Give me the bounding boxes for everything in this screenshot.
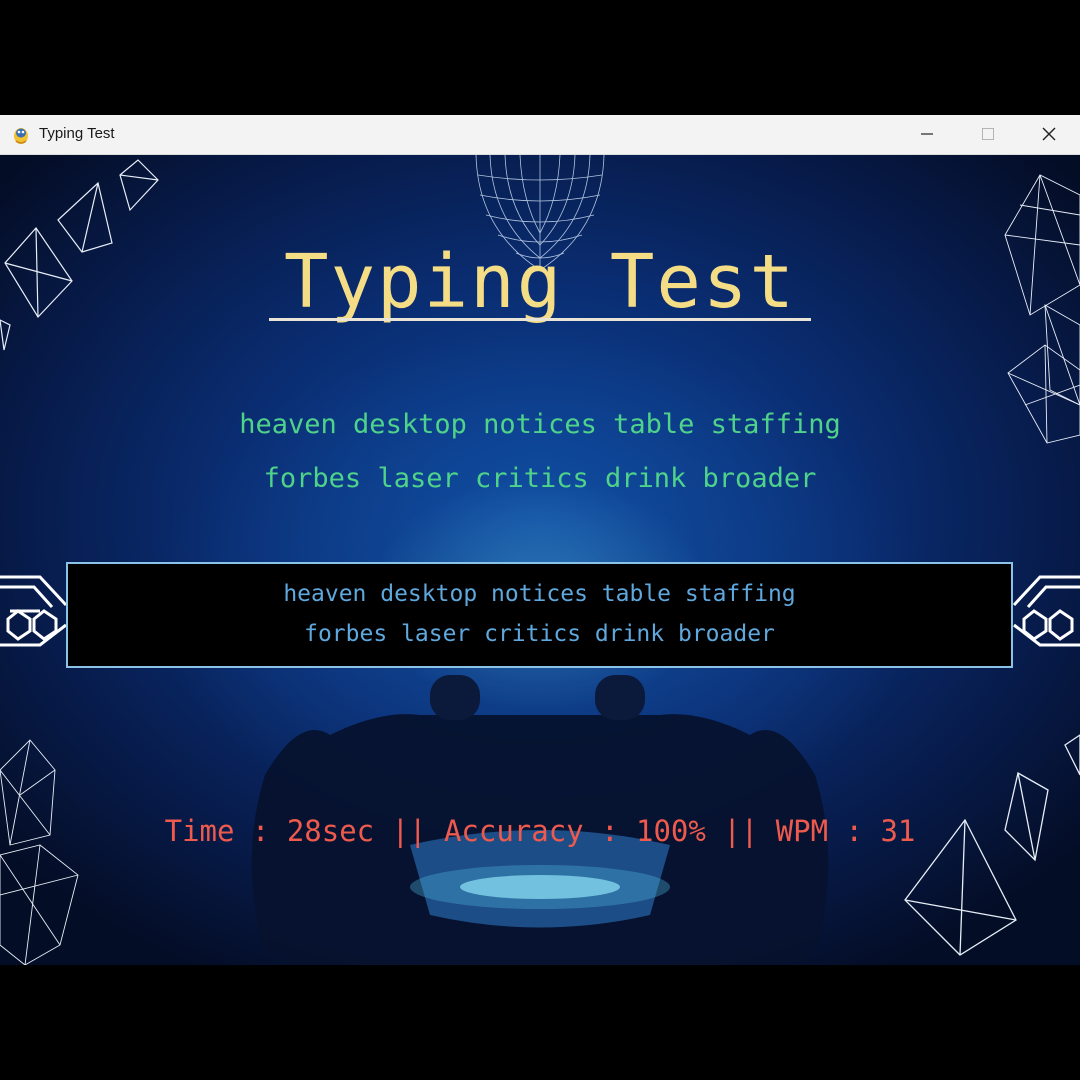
- game-canvas[interactable]: Typing Test heaven desktop notices table…: [0, 155, 1080, 965]
- maximize-button[interactable]: [958, 115, 1018, 153]
- close-icon: [1042, 127, 1056, 141]
- title-underline: [269, 318, 811, 321]
- typed-text-line: heaven desktop notices table staffing: [283, 581, 796, 607]
- minimize-button[interactable]: [897, 115, 957, 153]
- left-connector-icon: [0, 575, 68, 647]
- maximize-icon: [982, 128, 994, 140]
- bottom-left-crystals-icon: [0, 739, 79, 965]
- typed-text-line: forbes laser critics drink broader: [304, 621, 775, 647]
- title-bar[interactable]: Typing Test: [0, 115, 1080, 155]
- results-stats: Time : 28sec || Accuracy : 100% || WPM :…: [164, 814, 916, 848]
- minimize-icon: [921, 133, 933, 135]
- app-window: Typing Test Typing Test heaven desktop n…: [0, 115, 1080, 965]
- prompt-text-line: heaven desktop notices table staffing: [239, 409, 841, 440]
- window-title: Typing Test: [39, 125, 115, 142]
- page-title: Typing Test: [283, 239, 797, 325]
- typing-input-box[interactable]: heaven desktop notices table staffing fo…: [66, 562, 1013, 668]
- right-connector-icon: [1012, 575, 1080, 647]
- prompt-text-line: forbes laser critics drink broader: [263, 463, 817, 494]
- pygame-snake-icon: [14, 128, 28, 144]
- close-button[interactable]: [1019, 115, 1079, 153]
